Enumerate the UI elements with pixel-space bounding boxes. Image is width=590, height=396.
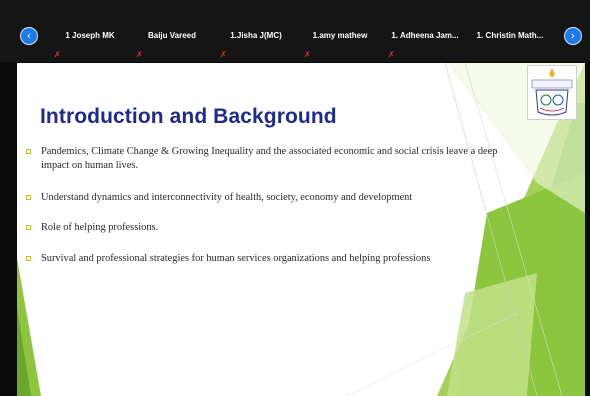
participant-name: 1. Christin Math... (476, 31, 544, 40)
mic-off-icon: ✗ (54, 50, 61, 59)
square-bullet-icon (26, 195, 31, 200)
mic-off-icon: ✗ (220, 50, 227, 59)
chevron-right-icon: › (570, 29, 576, 42)
participant-name: Baiju Vareed (147, 31, 197, 40)
participant-name: 1 Joseph MK (65, 31, 115, 40)
chevron-left-icon: ‹ (26, 29, 32, 42)
next-page-button[interactable]: › (564, 27, 582, 45)
participant-tile[interactable]: 1 Joseph MK ✗ (50, 0, 130, 62)
square-bullet-icon (26, 225, 31, 230)
participant-strip: ‹ 1 Joseph MK ✗ Baiju Vareed ✗ 1.Jisha J… (0, 0, 590, 62)
list-item: Role of helping professions. (25, 221, 158, 235)
university-emblem-icon (527, 65, 577, 120)
bullet-text: Role of helping professions. (41, 222, 159, 233)
list-item: Survival and professional strategies for… (25, 252, 430, 266)
shared-slide: Introduction and Background Pandemics, C… (17, 63, 585, 396)
mic-off-icon: ✗ (136, 50, 143, 59)
bullet-text: Pandemics, Climate Change & Growing Ineq… (41, 146, 498, 171)
mic-off-icon: ✗ (304, 50, 311, 59)
participant-tile[interactable]: Baiju Vareed ✗ (132, 0, 212, 62)
square-bullet-icon (26, 256, 31, 261)
bullet-text: Survival and professional strategies for… (41, 253, 431, 264)
list-item: Pandemics, Climate Change & Growing Ineq… (25, 145, 525, 173)
previous-page-button[interactable]: ‹ (20, 27, 38, 45)
participant-tile[interactable]: 1. Christin Math... (469, 0, 551, 62)
participant-name: 1.amy mathew (312, 31, 368, 40)
bullet-text: Understand dynamics and interconnectivit… (41, 192, 413, 203)
list-item: Understand dynamics and interconnectivit… (25, 191, 412, 205)
participant-name: 1.Jisha J(MC) (230, 31, 282, 40)
square-bullet-icon (26, 149, 31, 154)
slide-title: Introduction and Background (40, 105, 337, 128)
participant-name: 1. Adheena Jam... (391, 31, 459, 40)
participant-tile[interactable]: 1.amy mathew ✗ (300, 0, 380, 62)
mic-off-icon: ✗ (388, 50, 395, 59)
participant-tile[interactable]: 1.Jisha J(MC) ✗ (216, 0, 296, 62)
participant-tile[interactable]: 1. Adheena Jam... ✗ (384, 0, 466, 62)
